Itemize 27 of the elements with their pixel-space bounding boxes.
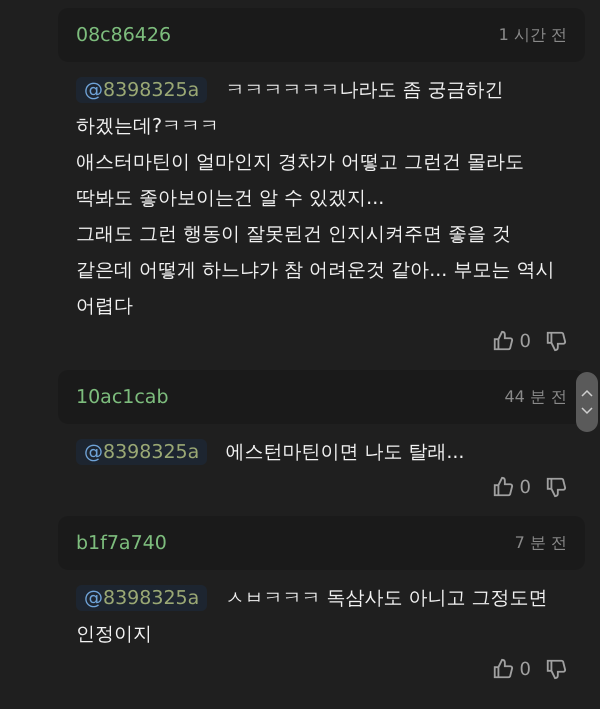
- mention-link[interactable]: @8398325a: [76, 585, 208, 611]
- author-name: b1f7a740: [76, 532, 167, 554]
- comment-time: 1 시간 전: [498, 24, 567, 46]
- comment-text: @8398325a 에스턴마틴이면 나도 탈래...: [58, 434, 585, 470]
- thumbs-down-icon: [545, 476, 567, 498]
- comment-time: 7 분 전: [514, 532, 567, 554]
- dislike-button[interactable]: [545, 330, 567, 352]
- chevron-down-icon: [581, 407, 593, 415]
- chevron-up-icon: [581, 389, 593, 397]
- thumbs-up-icon: [492, 476, 514, 498]
- thumbs-up-icon: [492, 658, 514, 680]
- author-name: 10ac1cab: [76, 386, 169, 408]
- author-name: 08c86426: [76, 24, 172, 46]
- dislike-button[interactable]: [545, 658, 567, 680]
- thumbs-up-icon: [492, 330, 514, 352]
- mention-link[interactable]: @8398325a: [76, 439, 208, 465]
- like-button[interactable]: 0: [492, 658, 531, 680]
- like-button[interactable]: 0: [492, 330, 531, 352]
- scroll-handle[interactable]: [576, 372, 598, 432]
- like-button[interactable]: 0: [492, 476, 531, 498]
- dislike-button[interactable]: [545, 476, 567, 498]
- thumbs-down-icon: [545, 658, 567, 680]
- comment-text: @8398325a ㅅㅂㅋㅋㅋ 독삼사도 아니고 그정도면 인정이지: [75, 584, 548, 647]
- comment-text: @8398325a ㅋㅋㅋㅋㅋㅋ나라도 좀 궁금하긴 하겠는데?ㅋㅋㅋ 애스터마틴이 얼마인지 경차가 어떻고 그런건 몰라도 딱봐도 좋아보이는건 알 수 있겠지... 그래도 그런 행동이 잘못된건 인지시켜주면 좋을 것 같은데 어떻게 하느냐가 참 어려운것 같아... 부모는 역시 어렵다: [75, 76, 556, 319]
- thumbs-down-icon: [545, 330, 567, 352]
- mention-link[interactable]: @8398325a: [76, 77, 208, 103]
- comment-time: 44 분 전: [504, 386, 567, 408]
